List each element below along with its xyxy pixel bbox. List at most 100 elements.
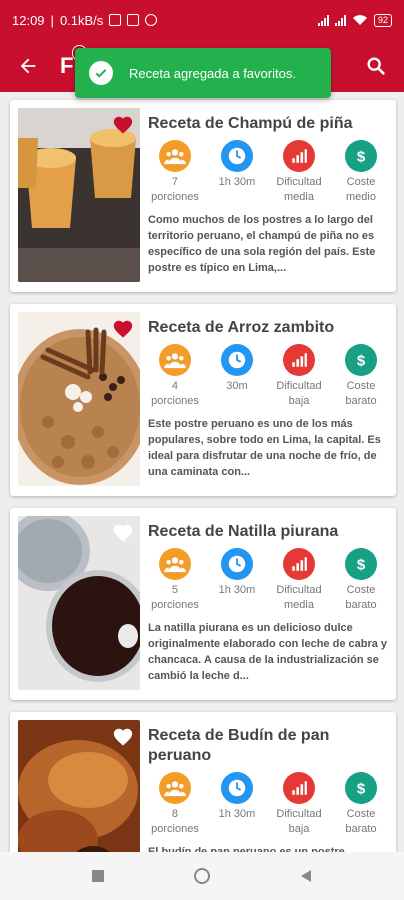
cost-attribute: $ Coste barato: [334, 344, 388, 409]
portions-label: 5 porciones: [151, 584, 199, 611]
clock-icon: [221, 772, 253, 804]
difficulty-label: Dificultad baja: [276, 380, 322, 407]
bar-chart-icon: [283, 140, 315, 172]
recipe-card[interactable]: Receta de Budín de pan peruano 8 porcion…: [10, 712, 396, 852]
recipe-description: El budín de pan peruano es un postre: [148, 846, 345, 852]
clock-icon: [221, 344, 253, 376]
recipe-attributes: 5 porciones 1h 30m Dificultad media $ Co…: [148, 548, 388, 613]
battery-indicator: 92: [373, 13, 392, 27]
recipe-image: [18, 516, 140, 690]
search-button[interactable]: [358, 48, 394, 84]
system-navigation-bar: [0, 852, 404, 900]
cost-label: Coste barato: [345, 380, 377, 407]
portions-attribute: 4 porciones: [148, 344, 202, 409]
recipe-card-body: Receta de Natilla piurana 5 porciones 1h…: [148, 522, 388, 684]
difficulty-label: Dificultad media: [276, 584, 322, 611]
heart-icon[interactable]: [112, 726, 134, 748]
svg-text:$: $: [357, 556, 366, 573]
status-net-speed: 0.1kB/s: [59, 12, 104, 28]
portions-attribute: 7 porciones: [148, 140, 202, 205]
time-label: 30m: [226, 380, 248, 392]
recipe-image: [18, 108, 140, 282]
recipe-image: [18, 312, 140, 486]
time-attribute: 30m: [210, 344, 264, 409]
recipe-title: Receta de Budín de pan peruano: [148, 727, 330, 764]
recipe-card[interactable]: Receta de Champú de piña 7 porciones 1h …: [10, 100, 396, 292]
cost-attribute: $ Coste medio: [334, 140, 388, 205]
portions-label: 7 porciones: [151, 176, 199, 203]
cost-label: Coste medio: [346, 176, 376, 203]
recipe-description: La natilla piurana es un delicioso dulce…: [148, 622, 388, 682]
group-icon: [159, 772, 191, 804]
bar-chart-icon: [283, 344, 315, 376]
status-time: 12:09: [12, 12, 45, 28]
recipe-description: Como muchos de los postres a lo largo de…: [148, 214, 376, 274]
wifi-icon: [352, 15, 367, 25]
heart-icon[interactable]: [112, 522, 134, 544]
difficulty-attribute: Dificultad media: [272, 140, 326, 205]
dollar-icon: $: [345, 548, 377, 580]
portions-attribute: 5 porciones: [148, 548, 202, 613]
heart-icon[interactable]: [112, 318, 134, 340]
time-label: 1h 30m: [218, 808, 256, 820]
dollar-icon: $: [345, 140, 377, 172]
difficulty-attribute: Dificultad baja: [272, 344, 326, 409]
app-notification-icon-2: [145, 14, 158, 26]
status-bar: 12:09 | 0.1kB/s 92: [0, 0, 404, 40]
recipe-attributes: 7 porciones 1h 30m Dificultad media $ Co…: [148, 140, 388, 205]
cost-label: Coste barato: [345, 584, 377, 611]
toast-notification: Receta agregada a favoritos.: [75, 48, 331, 98]
group-icon: [159, 344, 191, 376]
back-button[interactable]: [10, 48, 46, 84]
time-attribute: 1h 30m: [210, 772, 264, 837]
time-attribute: 1h 30m: [210, 140, 264, 205]
bar-chart-icon: [283, 772, 315, 804]
time-attribute: 1h 30m: [210, 548, 264, 613]
portions-label: 8 porciones: [151, 808, 199, 835]
recipe-card-body: Receta de Champú de piña 7 porciones 1h …: [148, 114, 388, 276]
circle-icon: [194, 868, 210, 884]
recipe-title: Receta de Natilla piurana: [148, 523, 339, 540]
dollar-icon: $: [345, 772, 377, 804]
check-circle-icon: [89, 61, 113, 85]
portions-label: 4 porciones: [151, 380, 199, 407]
recipe-card[interactable]: Receta de Natilla piurana 5 porciones 1h…: [10, 508, 396, 700]
back-nav-button[interactable]: [294, 864, 318, 888]
dollar-icon: $: [345, 344, 377, 376]
clock-icon: [221, 548, 253, 580]
status-right: 92: [317, 13, 392, 27]
square-icon: [92, 870, 104, 882]
recents-button[interactable]: [86, 864, 110, 888]
arrow-left-icon: [20, 58, 36, 74]
cost-attribute: $ Coste barato: [334, 548, 388, 613]
svg-text:$: $: [357, 148, 366, 165]
signal-icon: [317, 14, 329, 26]
difficulty-label: Dificultad baja: [276, 808, 322, 835]
page-title: F 2: [60, 45, 88, 79]
recipe-title: Receta de Arroz zambito: [148, 319, 335, 336]
recipe-card-body: Receta de Arroz zambito 4 porciones 30m: [148, 318, 388, 480]
time-label: 1h 30m: [218, 176, 256, 188]
status-left: 12:09 | 0.1kB/s: [12, 12, 158, 28]
recipe-attributes: 4 porciones 30m Dificultad baja $ Coste …: [148, 344, 388, 409]
svg-text:$: $: [357, 352, 366, 369]
recipe-attributes: 8 porciones 1h 30m Dificultad baja $ Cos…: [148, 772, 388, 837]
search-icon: [367, 57, 385, 75]
recipe-card[interactable]: Receta de Arroz zambito 4 porciones 30m: [10, 304, 396, 496]
difficulty-attribute: Dificultad media: [272, 548, 326, 613]
svg-text:$: $: [357, 780, 366, 797]
recipe-image: [18, 720, 140, 852]
group-icon: [159, 140, 191, 172]
app-notification-icon: [127, 14, 140, 26]
group-icon: [159, 548, 191, 580]
difficulty-attribute: Dificultad baja: [272, 772, 326, 837]
home-button[interactable]: [190, 864, 214, 888]
heart-icon[interactable]: [112, 114, 134, 136]
cost-attribute: $ Coste barato: [334, 772, 388, 837]
recipe-list: Receta de Champú de piña 7 porciones 1h …: [0, 96, 404, 852]
portions-attribute: 8 porciones: [148, 772, 202, 837]
difficulty-label: Dificultad media: [276, 176, 322, 203]
toast-message: Receta agregada a favoritos.: [129, 65, 296, 81]
triangle-back-icon: [301, 870, 311, 882]
cost-label: Coste barato: [345, 808, 377, 835]
